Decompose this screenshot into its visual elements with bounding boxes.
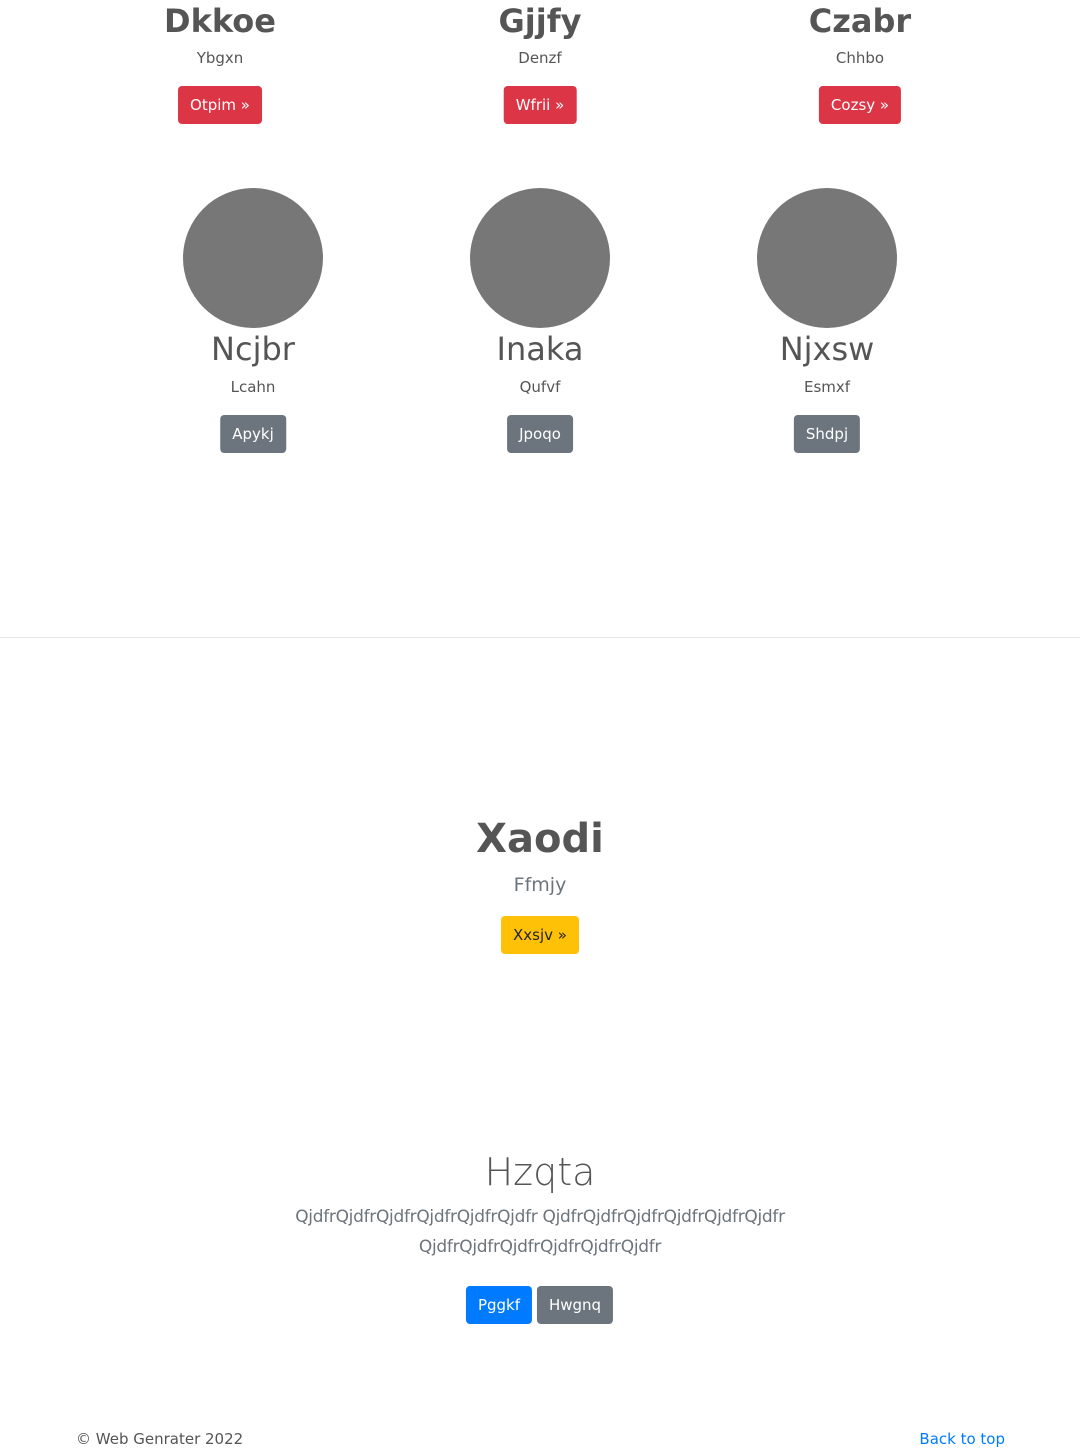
card-subtitle: Chhbo: [835, 49, 885, 67]
card-title: Gjjfy: [498, 2, 582, 40]
profile-subtitle: Qufvf: [519, 378, 561, 396]
feature-title: Xaodi: [476, 816, 604, 862]
avatar-placeholder: [470, 188, 610, 328]
card-title: Czabr: [808, 2, 912, 40]
profile-button[interactable]: Jpoqo: [507, 415, 573, 453]
secondary-button[interactable]: Hwgnq: [536, 1286, 614, 1324]
profile-subtitle: Lcahn: [230, 378, 276, 396]
back-to-top-link[interactable]: Back to top: [919, 1430, 1005, 1448]
card-subtitle: Ybgxn: [196, 49, 244, 67]
profile-name: Inaka: [496, 330, 584, 368]
feature-subtitle: Ffmjy: [513, 874, 567, 896]
card-title: Dkkoe: [164, 2, 276, 40]
section-divider: [0, 637, 1080, 638]
hero-text-line-1: QjdfrQjdfrQjdfrQjdfrQjdfrQjdfr QjdfrQjdf…: [295, 1207, 785, 1227]
profile-subtitle: Esmxf: [803, 378, 851, 396]
profile-button[interactable]: Apykj: [220, 415, 286, 453]
card-subtitle: Denzf: [518, 49, 562, 67]
hero-title: Hzqta: [484, 1150, 596, 1194]
card-button[interactable]: Wfrii »: [503, 86, 577, 124]
profile-button[interactable]: Shdpj: [793, 415, 861, 453]
profile-name: Ncjbr: [211, 330, 295, 368]
card-button[interactable]: Cozsy »: [818, 86, 902, 124]
feature-button[interactable]: Xxsjv »: [501, 916, 579, 954]
footer-copyright: © Web Genrater 2022: [76, 1430, 244, 1448]
avatar-placeholder: [757, 188, 897, 328]
hero-text-line-2: QjdfrQjdfrQjdfrQjdfrQjdfrQjdfr: [418, 1237, 662, 1257]
avatar-placeholder: [183, 188, 323, 328]
primary-button[interactable]: Pggkf: [465, 1286, 533, 1324]
card-button[interactable]: Otpim »: [178, 86, 262, 124]
profile-name: Njxsw: [779, 330, 875, 368]
